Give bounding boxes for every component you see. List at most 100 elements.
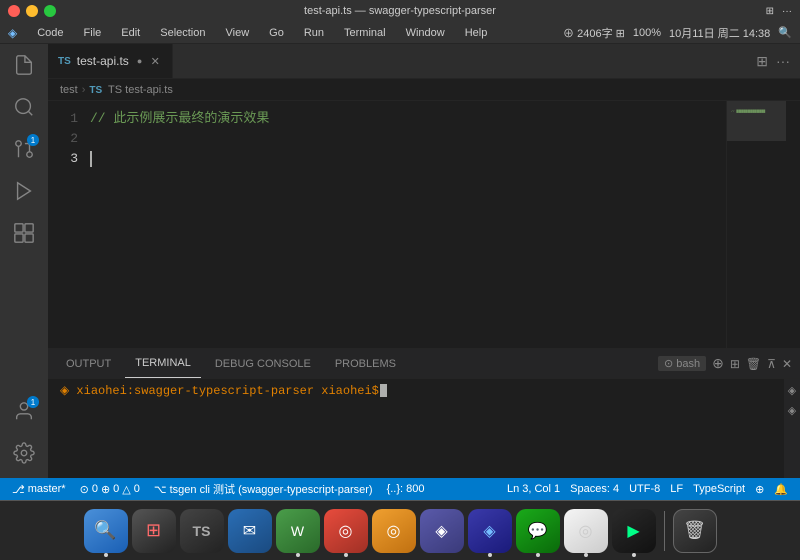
breadcrumb-file[interactable]: TS TS test-api.ts bbox=[89, 84, 172, 96]
status-encoding[interactable]: UTF-8 bbox=[625, 483, 664, 495]
system-icon-2: 100% bbox=[633, 27, 661, 39]
dock-iterm[interactable]: ▶ bbox=[612, 509, 656, 553]
dock-dot-finder bbox=[104, 553, 108, 557]
menu-view[interactable]: View bbox=[222, 25, 254, 41]
dock-trash[interactable]: 🗑 bbox=[673, 509, 717, 553]
dock-app3[interactable]: W bbox=[276, 509, 320, 553]
error-count: 0 bbox=[92, 483, 98, 495]
status-eol[interactable]: LF bbox=[666, 483, 687, 495]
activity-debug[interactable] bbox=[7, 174, 41, 208]
encoding-text: UTF-8 bbox=[629, 483, 660, 495]
branch-name: master* bbox=[28, 483, 66, 495]
right-scrollbar[interactable] bbox=[786, 101, 800, 348]
code-content[interactable]: // 此示例展示最终的演示效果 bbox=[86, 101, 726, 348]
source-control-badge: 1 bbox=[27, 134, 39, 146]
activity-account[interactable]: 1 bbox=[7, 394, 41, 428]
minimap-slider[interactable] bbox=[727, 101, 786, 141]
menu-code[interactable]: Code bbox=[33, 25, 67, 41]
feedback-icon: ⊕ bbox=[755, 483, 764, 496]
status-errors[interactable]: ⊙ 0 ⊕ 0 △ 0 bbox=[76, 478, 144, 500]
status-spaces[interactable]: Spaces: 4 bbox=[566, 483, 623, 495]
code-editor[interactable]: 1 2 3 // 此示例展示最终的演示效果 // ███████████████… bbox=[48, 101, 800, 348]
system-icon-1: ⊕ 2406字 ⊞ bbox=[563, 25, 625, 41]
activity-files[interactable] bbox=[7, 48, 41, 82]
panel-add-icon[interactable]: ⊕ bbox=[712, 355, 724, 372]
close-button[interactable] bbox=[8, 5, 20, 17]
tab-test-api[interactable]: TS test-api.ts ● ✕ bbox=[48, 44, 173, 78]
terminal-content[interactable]: ◈ xiaohei:swagger-typescript-parser xiao… bbox=[48, 379, 784, 478]
dock-app4[interactable]: ◎ bbox=[324, 509, 368, 553]
tab-bar-right: ⊞ ··· bbox=[746, 44, 800, 78]
main-layout: 1 1 bbox=[0, 44, 800, 478]
code-comment: // 此示例展示最终的演示效果 bbox=[90, 109, 269, 130]
tab-close-button[interactable]: ✕ bbox=[148, 54, 162, 68]
activity-source-control[interactable]: 1 bbox=[7, 132, 41, 166]
title-right-icons: ⊞ ··· bbox=[766, 6, 792, 17]
status-right: Ln 3, Col 1 Spaces: 4 UTF-8 LF TypeScrip… bbox=[503, 483, 792, 496]
line-num-1: 1 bbox=[48, 109, 78, 129]
dock-launchpad[interactable]: ⊞ bbox=[132, 509, 176, 553]
title-bar: test-api.ts — swagger-typescript-parser … bbox=[0, 0, 800, 22]
activity-search[interactable] bbox=[7, 90, 41, 124]
status-coords-display[interactable]: {..}: 800 bbox=[383, 478, 429, 500]
ts-file-icon: TS bbox=[58, 56, 71, 67]
dock-divider bbox=[664, 511, 665, 551]
more-actions-icon[interactable]: ··· bbox=[774, 51, 792, 71]
panel-split-icon[interactable]: ⊞ bbox=[730, 357, 740, 371]
dock-app5[interactable]: ◎ bbox=[372, 509, 416, 553]
line-num-3: 3 bbox=[48, 149, 78, 169]
breadcrumb: test › TS TS test-api.ts bbox=[48, 79, 800, 101]
status-language[interactable]: TypeScript bbox=[689, 483, 749, 495]
status-position[interactable]: Ln 3, Col 1 bbox=[503, 483, 564, 495]
menu-selection[interactable]: Selection bbox=[156, 25, 209, 41]
panel-tab-terminal[interactable]: TERMINAL bbox=[125, 349, 201, 378]
panel-trash-icon[interactable]: 🗑 bbox=[746, 357, 761, 371]
status-feedback[interactable]: ⊕ bbox=[751, 483, 768, 496]
dock-app6[interactable]: ◈ bbox=[420, 509, 464, 553]
dock-wechat[interactable]: 💬 bbox=[516, 509, 560, 553]
breadcrumb-folder[interactable]: test bbox=[60, 84, 78, 96]
search-icon[interactable]: 🔍 bbox=[778, 26, 792, 39]
warning-count: 0 bbox=[113, 483, 119, 495]
app-logo: ◈ bbox=[8, 26, 17, 40]
menu-terminal[interactable]: Terminal bbox=[340, 25, 390, 41]
menu-window[interactable]: Window bbox=[402, 25, 449, 41]
notification-icon: 🔔 bbox=[774, 483, 788, 496]
dock-finder[interactable]: 🔍 bbox=[84, 509, 128, 553]
activity-extensions[interactable] bbox=[7, 216, 41, 250]
panel-maximize-icon[interactable]: ⊼ bbox=[767, 357, 776, 371]
more-icon[interactable]: ··· bbox=[782, 6, 792, 17]
status-branch[interactable]: ⎇ master* bbox=[8, 478, 70, 500]
dock-chrome[interactable]: ◎ bbox=[564, 509, 608, 553]
menu-help[interactable]: Help bbox=[461, 25, 492, 41]
panel-tab-debug-console[interactable]: DEBUG CONSOLE bbox=[205, 349, 321, 378]
status-notification[interactable]: 🔔 bbox=[770, 483, 792, 496]
split-editor-icon[interactable]: ⊞ bbox=[754, 51, 770, 72]
panel-tab-problems[interactable]: PROBLEMS bbox=[325, 349, 406, 378]
dock-dot-3 bbox=[296, 553, 300, 557]
dock-app2[interactable]: ✉ bbox=[228, 509, 272, 553]
menu-run[interactable]: Run bbox=[300, 25, 328, 41]
panel-tab-output[interactable]: OUTPUT bbox=[56, 349, 121, 378]
macos-dock: 🔍 ⊞ TS ✉ W ◎ ◎ ◈ ◈ 💬 ◎ ▶ 🗑 bbox=[0, 500, 800, 560]
status-tsgen[interactable]: ⌥ tsgen cli 测试 (swagger-typescript-parse… bbox=[150, 478, 377, 500]
split-icon[interactable]: ⊞ bbox=[766, 6, 774, 17]
minimize-button[interactable] bbox=[26, 5, 38, 17]
activity-settings[interactable] bbox=[7, 436, 41, 470]
editor-area: TS test-api.ts ● ✕ ⊞ ··· test › TS TS te… bbox=[48, 44, 800, 478]
panel-side-icon-2[interactable]: ◈ bbox=[785, 403, 799, 417]
menu-edit[interactable]: Edit bbox=[117, 25, 144, 41]
info-icon: △ bbox=[122, 483, 130, 496]
code-line-3 bbox=[90, 149, 722, 169]
panel-side-icon-1[interactable]: ◈ bbox=[785, 383, 799, 397]
menu-file[interactable]: File bbox=[80, 25, 106, 41]
branch-icon: ⎇ bbox=[12, 483, 25, 496]
dock-vscode[interactable]: ◈ bbox=[468, 509, 512, 553]
activity-bar-bottom: 1 bbox=[7, 394, 41, 478]
info-count: 0 bbox=[134, 483, 140, 495]
panel-close-icon[interactable]: ✕ bbox=[782, 357, 792, 371]
tsgen-label: ⌥ tsgen cli 测试 (swagger-typescript-parse… bbox=[154, 481, 373, 497]
dock-app1[interactable]: TS bbox=[180, 509, 224, 553]
menu-go[interactable]: Go bbox=[265, 25, 288, 41]
maximize-button[interactable] bbox=[44, 5, 56, 17]
